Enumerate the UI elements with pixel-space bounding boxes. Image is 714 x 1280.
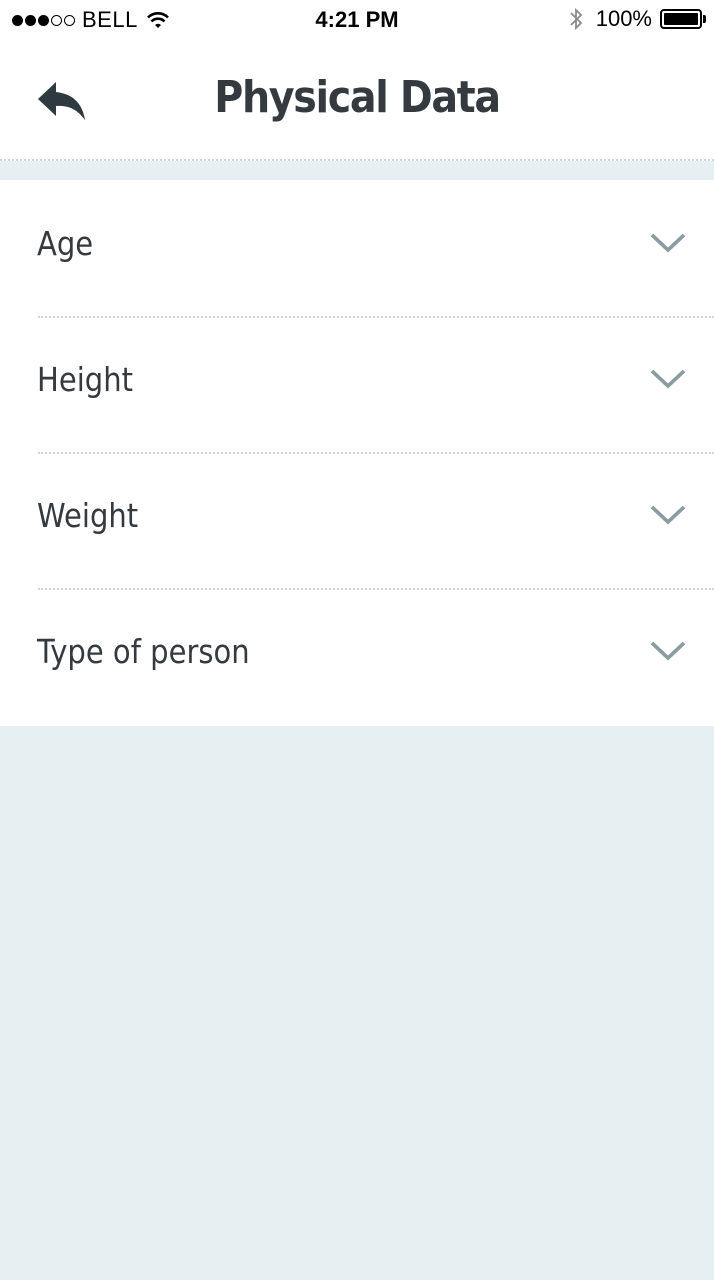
bluetooth-icon [570, 7, 582, 31]
battery-icon [660, 9, 706, 29]
list-item-type-of-person[interactable]: Type of person [0, 588, 714, 726]
chevron-down-icon [650, 505, 686, 525]
nav-header: Physical Data [0, 40, 714, 161]
chevron-down-icon [650, 369, 686, 389]
chevron-down-icon [650, 233, 686, 253]
list-item-weight[interactable]: Weight [0, 452, 714, 588]
page-title: Physical Data [214, 72, 501, 123]
list-item-age[interactable]: Age [0, 180, 714, 316]
chevron-down-icon [650, 641, 686, 661]
list-item-label: Age [37, 224, 94, 263]
list-item-label: Type of person [37, 632, 250, 671]
battery-percent: 100% [595, 6, 652, 31]
list-item-height[interactable]: Height [0, 316, 714, 452]
status-bar: BELL 4:21 PM 100% [0, 0, 714, 40]
status-right: 100% [568, 6, 706, 32]
list-item-label: Height [37, 360, 134, 399]
list-item-label: Weight [37, 496, 139, 535]
physical-data-list: Age Height Weight Type of person [0, 180, 714, 726]
